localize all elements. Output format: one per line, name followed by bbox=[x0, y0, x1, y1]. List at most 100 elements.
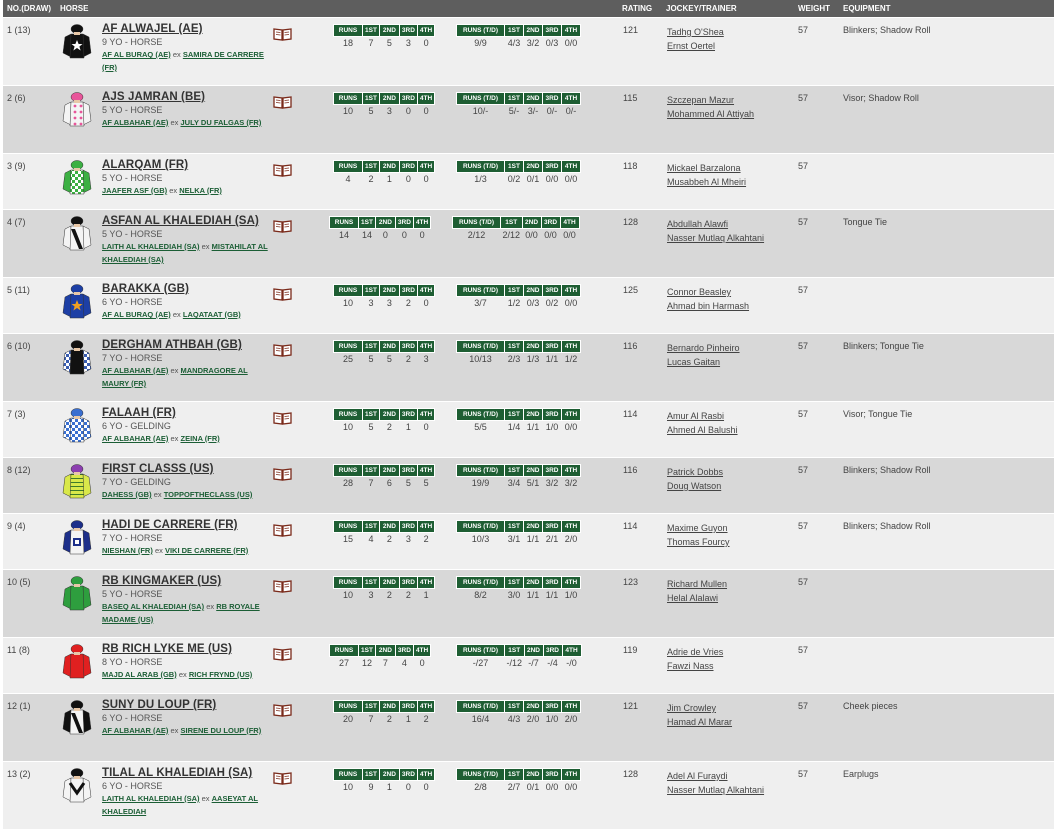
sire-link[interactable]: JAAFER ASF (GB) bbox=[102, 186, 167, 195]
sire-link[interactable]: LAITH AL KHALEDIAH (SA) bbox=[102, 794, 200, 803]
trainer-link[interactable]: Doug Watson bbox=[667, 479, 723, 493]
trainer-link[interactable]: Nasser Mutlaq Alkahtani bbox=[667, 783, 764, 797]
form-guide-book-icon[interactable] bbox=[273, 343, 292, 357]
trainer-link[interactable]: Mohammed Al Attiyah bbox=[667, 107, 754, 121]
jockey-link[interactable]: Connor Beasley bbox=[667, 285, 749, 299]
sire-link[interactable]: DAHESS (GB) bbox=[102, 490, 152, 499]
sire-link[interactable]: LAITH AL KHALEDIAH (SA) bbox=[102, 242, 200, 251]
ex-label: ex bbox=[153, 490, 162, 499]
horse-age-sex: 5 YO - HORSE bbox=[102, 105, 163, 115]
horse-name-link[interactable]: RB KINGMAKER (US) bbox=[102, 575, 272, 587]
career-stats-table: RUNS 1ST 2ND 3RD 4TH 15 4 2 3 2 bbox=[333, 520, 436, 546]
horse-name-link[interactable]: FALAAH (FR) bbox=[102, 407, 272, 419]
dam-link[interactable]: VIKI DE CARRERE (FR) bbox=[165, 546, 248, 555]
form-guide-book-icon[interactable] bbox=[273, 27, 292, 41]
jockey-link[interactable]: Amur Al Rasbi bbox=[667, 409, 738, 423]
form-guide-book-icon[interactable] bbox=[273, 523, 292, 537]
form-guide-book-icon[interactable] bbox=[273, 703, 292, 717]
jockey-link[interactable]: Maxime Guyon bbox=[667, 521, 730, 535]
horse-name-link[interactable]: ALARQAM (FR) bbox=[102, 159, 272, 171]
dam-link[interactable]: JULY DU FALGAS (FR) bbox=[181, 118, 262, 127]
stat-header-second: 2ND bbox=[523, 24, 543, 37]
track-distance-stats-table: RUNS (T/D) 1ST 2ND 3RD 4TH 10/- 5/- 3/- 0/- 0/- bbox=[456, 92, 581, 118]
horse-name-link[interactable]: TILAL AL KHALEDIAH (SA) bbox=[102, 767, 272, 779]
jockey-link[interactable]: Richard Mullen bbox=[667, 577, 727, 591]
jockey-silk-icon bbox=[62, 24, 92, 59]
jockey-link[interactable]: Tadhg O'Shea bbox=[667, 25, 724, 39]
trainer-link[interactable]: Ernst Oertel bbox=[667, 39, 724, 53]
form-guide-book-icon[interactable] bbox=[273, 163, 292, 177]
stat-value: 3 bbox=[368, 298, 374, 309]
stat-value: 2 bbox=[368, 174, 374, 185]
sire-link[interactable]: AF ALBAHAR (AE) bbox=[102, 118, 168, 127]
stat-value: 0/3 bbox=[545, 38, 559, 49]
stat-header-fourth: 4TH bbox=[561, 408, 581, 421]
stat-value: 3/0 bbox=[507, 590, 521, 601]
horse-name-link[interactable]: DERGHAM ATHBAH (GB) bbox=[102, 339, 272, 351]
sire-link[interactable]: AF AL BURAQ (AE) bbox=[102, 310, 171, 319]
sire-link[interactable]: BASEQ AL KHALEDIAH (SA) bbox=[102, 602, 204, 611]
dam-link[interactable]: NELKA (FR) bbox=[179, 186, 222, 195]
form-guide-book-icon[interactable] bbox=[273, 219, 292, 233]
sire-link[interactable]: MAJD AL ARAB (GB) bbox=[102, 670, 177, 679]
trainer-link[interactable]: Hamad Al Marar bbox=[667, 715, 732, 729]
trainer-link[interactable]: Ahmed Al Balushi bbox=[667, 423, 738, 437]
dam-link[interactable]: RICH FRYND (US) bbox=[189, 670, 252, 679]
stat-value: 0 bbox=[423, 106, 429, 117]
horse-name-link[interactable]: AJS JAMRAN (BE) bbox=[102, 91, 272, 103]
equipment-value: Blinkers; Tongue Tie bbox=[843, 341, 924, 351]
jockey-link[interactable]: Mickael Barzalona bbox=[667, 161, 746, 175]
sire-link[interactable]: AF ALBAHAR (AE) bbox=[102, 434, 168, 443]
trainer-link[interactable]: Nasser Mutlaq Alkahtani bbox=[667, 231, 764, 245]
trainer-link[interactable]: Helal Alalawi bbox=[667, 591, 727, 605]
stat-header-third: 3RD bbox=[394, 644, 414, 657]
form-guide-book-icon[interactable] bbox=[273, 771, 292, 785]
stat-value: 3/7 bbox=[474, 298, 487, 309]
jockey-link[interactable]: Adrie de Vries bbox=[667, 645, 723, 659]
jockey-trainer: Tadhg O'Shea Ernst Oertel bbox=[667, 25, 724, 53]
horse-name-link[interactable]: AF ALWAJEL (AE) bbox=[102, 23, 272, 35]
form-guide-book-icon[interactable] bbox=[273, 287, 292, 301]
form-guide-book-icon[interactable] bbox=[273, 467, 292, 481]
stat-value: 2/0 bbox=[526, 714, 540, 725]
jockey-link[interactable]: Bernardo Pinheiro bbox=[667, 341, 740, 355]
form-guide-book-icon[interactable] bbox=[273, 95, 292, 109]
horse-name-link[interactable]: HADI DE CARRERE (FR) bbox=[102, 519, 272, 531]
runner-row: 7 (3) FALAAH (FR) 6 YO - GELDING AF ALBA… bbox=[3, 402, 1054, 458]
trainer-link[interactable]: Ahmad bin Harmash bbox=[667, 299, 749, 313]
dam-link[interactable]: SIRENE DU LOUP (FR) bbox=[181, 726, 262, 735]
jockey-link[interactable]: Adel Al Furaydi bbox=[667, 769, 764, 783]
trainer-link[interactable]: Lucas Gaitan bbox=[667, 355, 740, 369]
career-stats-table: RUNS 1ST 2ND 3RD 4TH 25 5 5 2 3 bbox=[333, 340, 436, 366]
draw-number: 4 (7) bbox=[7, 217, 26, 227]
jockey-link[interactable]: Abdullah Alawfi bbox=[667, 217, 764, 231]
form-guide-book-icon[interactable] bbox=[273, 647, 292, 661]
weight-value: 57 bbox=[798, 217, 809, 227]
horse-name-link[interactable]: BARAKKA (GB) bbox=[102, 283, 272, 295]
sire-link[interactable]: AF ALBAHAR (AE) bbox=[102, 726, 168, 735]
horse-name-link[interactable]: ASFAN AL KHALEDIAH (SA) bbox=[102, 215, 272, 227]
form-guide-book-icon[interactable] bbox=[273, 579, 292, 593]
career-stats-table: RUNS 1ST 2ND 3RD 4TH 28 7 6 5 5 bbox=[333, 464, 436, 490]
horse-pedigree: AF ALBAHAR (AE) ex ZEINA (FR) bbox=[102, 432, 272, 445]
trainer-link[interactable]: Fawzi Nass bbox=[667, 659, 723, 673]
stat-header-first: 1ST bbox=[362, 768, 380, 781]
jockey-link[interactable]: Szczepan Mazur bbox=[667, 93, 754, 107]
sire-link[interactable]: AF AL BURAQ (AE) bbox=[102, 50, 171, 59]
dam-link[interactable]: LAQATAAT (GB) bbox=[183, 310, 241, 319]
sire-link[interactable]: AF ALBAHAR (AE) bbox=[102, 366, 168, 375]
sire-link[interactable]: NIESHAN (FR) bbox=[102, 546, 153, 555]
jockey-trainer: Abdullah Alawfi Nasser Mutlaq Alkahtani bbox=[667, 217, 764, 245]
trainer-link[interactable]: Musabbeh Al Mheiri bbox=[667, 175, 746, 189]
dam-link[interactable]: ZEINA (FR) bbox=[181, 434, 220, 443]
runner-row: 5 (11) BARAKKA (GB) 6 YO - HORSE AF AL B… bbox=[3, 278, 1054, 334]
form-guide-book-icon[interactable] bbox=[273, 411, 292, 425]
horse-name-link[interactable]: SUNY DU LOUP (FR) bbox=[102, 699, 272, 711]
horse-name-link[interactable]: FIRST CLASSS (US) bbox=[102, 463, 272, 475]
jockey-link[interactable]: Patrick Dobbs bbox=[667, 465, 723, 479]
trainer-link[interactable]: Thomas Fourcy bbox=[667, 535, 730, 549]
horse-name-link[interactable]: RB RICH LYKE ME (US) bbox=[102, 643, 272, 655]
jockey-link[interactable]: Jim Crowley bbox=[667, 701, 732, 715]
dam-link[interactable]: TOPPOFTHECLASS (US) bbox=[164, 490, 253, 499]
stat-header-third: 3RD bbox=[398, 160, 418, 173]
